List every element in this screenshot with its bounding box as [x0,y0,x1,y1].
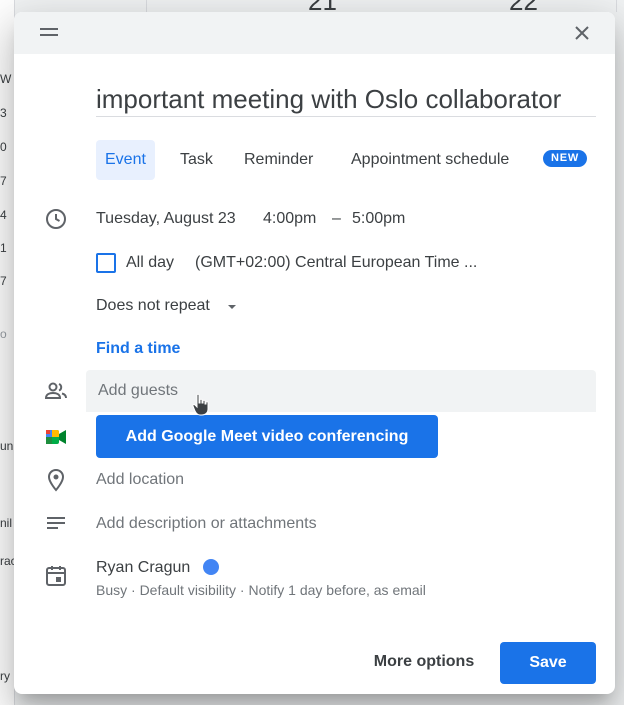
people-icon [44,382,67,399]
tab-event[interactable]: Event [96,140,155,180]
dropdown-arrow-icon [228,305,236,309]
event-date[interactable]: Tuesday, August 23 [96,210,236,228]
notes-icon [47,517,65,529]
location-pin-icon [47,468,65,492]
calendar-fragment: nil [0,516,13,530]
save-button[interactable]: Save [500,642,596,684]
guests-input[interactable] [96,381,580,401]
add-google-meet-button[interactable]: Add Google Meet video conferencing [96,415,438,458]
calendar-grid-line [616,0,617,12]
new-badge: NEW [543,150,587,167]
calendar-fragment: W [0,72,12,86]
add-description-field[interactable]: Add description or attachments [96,515,317,533]
dialog-header[interactable] [14,12,615,54]
calendar-fragment: ry [0,669,10,683]
tab-reminder[interactable]: Reminder [244,140,313,180]
calendar-icon [46,566,66,586]
event-title-input[interactable] [96,82,596,117]
calendar-fragment: 0 [0,140,7,154]
calendar-color-dot[interactable] [203,559,219,575]
clock-icon [46,209,66,229]
google-meet-icon [46,430,66,444]
calendar-fragment: 7 [0,274,7,288]
start-time[interactable]: 4:00pm [263,210,316,228]
timezone-link[interactable]: (GMT+02:00) Central European Time ... [195,254,477,272]
calendar-fragment: 3 [0,106,7,120]
find-a-time-link[interactable]: Find a time [96,340,180,358]
calendar-fragment: un [0,439,14,453]
calendar-owner-name[interactable]: Ryan Cragun [96,559,190,577]
repeat-dropdown[interactable]: Does not repeat [96,297,236,315]
end-time[interactable]: 5:00pm [352,210,405,228]
close-icon [575,26,589,40]
all-day-checkbox[interactable] [96,253,116,273]
guests-field[interactable] [86,370,596,412]
calendar-grid-line [146,0,147,12]
calendar-owner-details[interactable]: Busy · Default visibility · Notify 1 day… [96,582,426,598]
drag-handle-icon[interactable] [40,28,58,38]
close-button[interactable] [570,21,594,45]
calendar-fragment: o [0,327,7,341]
repeat-label: Does not repeat [96,297,210,314]
event-quick-create-dialog: Event Task Reminder Appointment schedule… [14,12,615,694]
hand-cursor-icon [192,393,209,416]
add-location-field[interactable]: Add location [96,471,184,489]
tab-task[interactable]: Task [180,140,213,180]
calendar-fragment: 7 [0,174,7,188]
calendar-fragment: 4 [0,208,7,222]
calendar-fragment: 1 [0,241,7,255]
all-day-label[interactable]: All day [126,254,174,272]
more-options-button[interactable]: More options [362,642,486,682]
time-separator: – [332,210,341,227]
tab-appointment-schedule[interactable]: Appointment schedule [351,140,509,180]
